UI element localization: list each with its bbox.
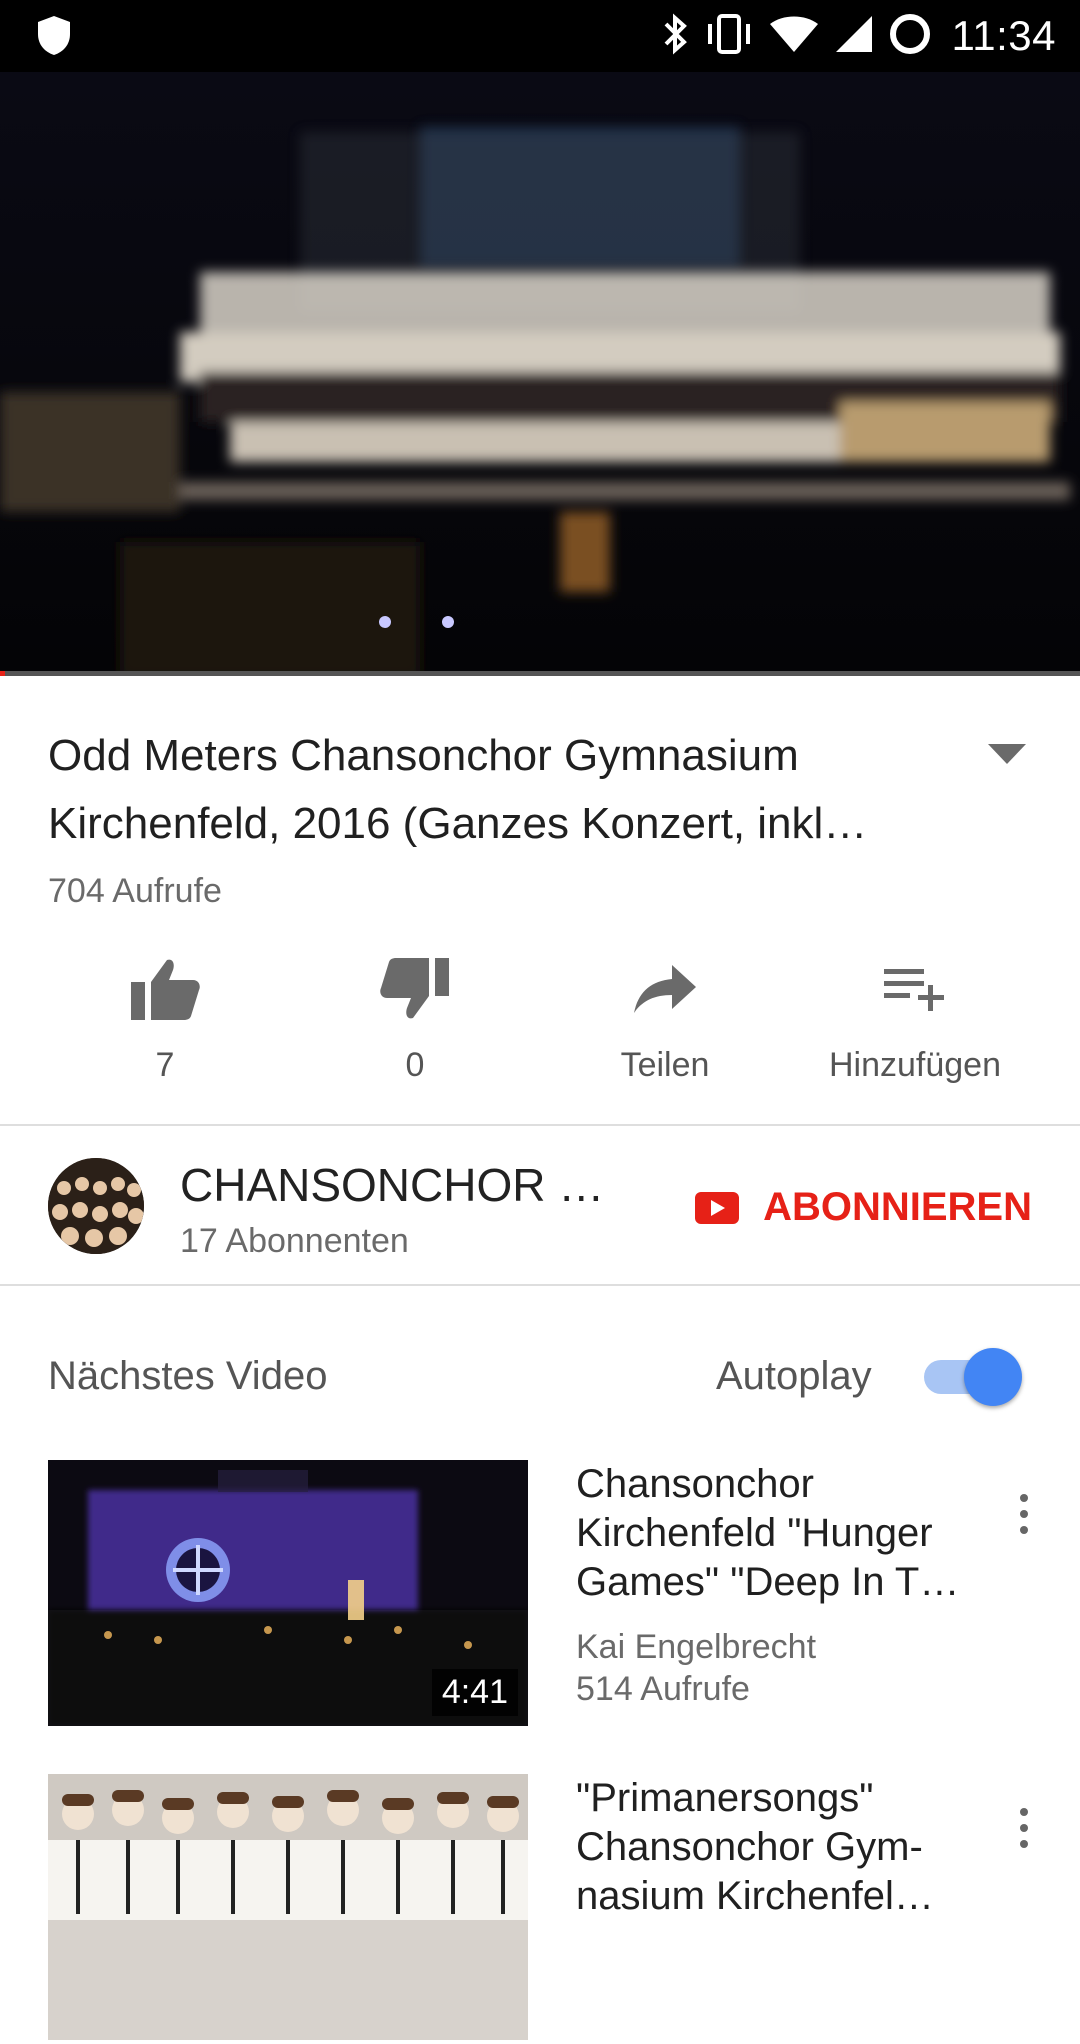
video-thumbnail[interactable] <box>48 1774 528 2040</box>
list-item[interactable]: "Primanersongs" Chansonchor Gym-nasium K… <box>0 1774 1080 2044</box>
channel-avatar[interactable] <box>48 1158 144 1254</box>
action-bar: 7 0 Teilen Hinzufügen <box>0 950 1080 1090</box>
divider <box>0 1284 1080 1286</box>
up-next-label: Nächstes Video <box>48 1354 328 1398</box>
dislike-count: 0 <box>405 1046 425 1084</box>
autoplay-toggle[interactable] <box>924 1348 1022 1406</box>
youtube-logo-icon <box>695 1191 740 1224</box>
video-item-title[interactable]: "Primanersongs" Chansonchor Gym-nasium K… <box>576 1774 976 1921</box>
more-options-icon[interactable] <box>1014 1808 1034 1856</box>
video-duration: 4:41 <box>431 1669 518 1716</box>
subscribe-button[interactable]: ABONNIEREN <box>695 1185 1032 1230</box>
shield-icon <box>36 14 72 61</box>
add-to-playlist-button[interactable]: Hinzufügen <box>790 950 1040 1085</box>
status-time: 11:34 <box>951 12 1056 59</box>
video-frame <box>0 72 1080 676</box>
share-label: Teilen <box>620 1046 710 1084</box>
video-thumbnail[interactable]: 4:41 <box>48 1460 528 1726</box>
video-item-title[interactable]: Chansonchor Kirchenfeld "Hunger Games" "… <box>576 1460 976 1607</box>
video-progress-bar[interactable] <box>0 671 1080 676</box>
divider <box>0 1124 1080 1126</box>
video-item-views: 514 Aufrufe <box>576 1670 750 1708</box>
add-label: Hinzufügen <box>828 1046 1001 1084</box>
share-button[interactable]: Teilen <box>540 950 790 1085</box>
subscriber-count: 17 Abonnenten <box>180 1222 409 1260</box>
video-player[interactable] <box>0 72 1080 676</box>
playlist-add-icon <box>790 950 1040 1028</box>
wifi-icon <box>768 14 820 59</box>
video-item-channel: Kai Engelbrecht <box>576 1628 817 1666</box>
toggle-knob <box>964 1348 1022 1406</box>
like-count: 7 <box>155 1046 175 1084</box>
more-options-icon[interactable] <box>1014 1494 1034 1542</box>
video-title[interactable]: Odd Meters Chansonchor Gymnasium Kirchen… <box>48 722 948 858</box>
dislike-button[interactable]: 0 <box>290 950 540 1085</box>
thumbs-down-icon <box>290 950 540 1028</box>
signal-icon <box>834 14 874 59</box>
status-bar: 11:34 <box>0 0 1080 72</box>
thumbs-up-icon <box>40 950 290 1028</box>
like-button[interactable]: 7 <box>40 950 290 1085</box>
battery-charging-icon <box>888 12 932 61</box>
share-arrow-icon <box>540 950 790 1028</box>
list-item[interactable]: 4:41 Chansonchor Kirchenfeld "Hunger Gam… <box>0 1460 1080 1730</box>
video-progress-fill <box>0 671 6 676</box>
view-count: 704 Aufrufe <box>48 872 222 910</box>
bluetooth-icon <box>660 12 690 61</box>
expand-description-icon[interactable] <box>986 742 1028 771</box>
vibrate-icon <box>704 12 754 61</box>
channel-name[interactable]: CHANSONCHOR GY… <box>180 1158 640 1212</box>
subscribe-label: ABONNIEREN <box>763 1185 1032 1229</box>
autoplay-label: Autoplay <box>716 1354 872 1398</box>
